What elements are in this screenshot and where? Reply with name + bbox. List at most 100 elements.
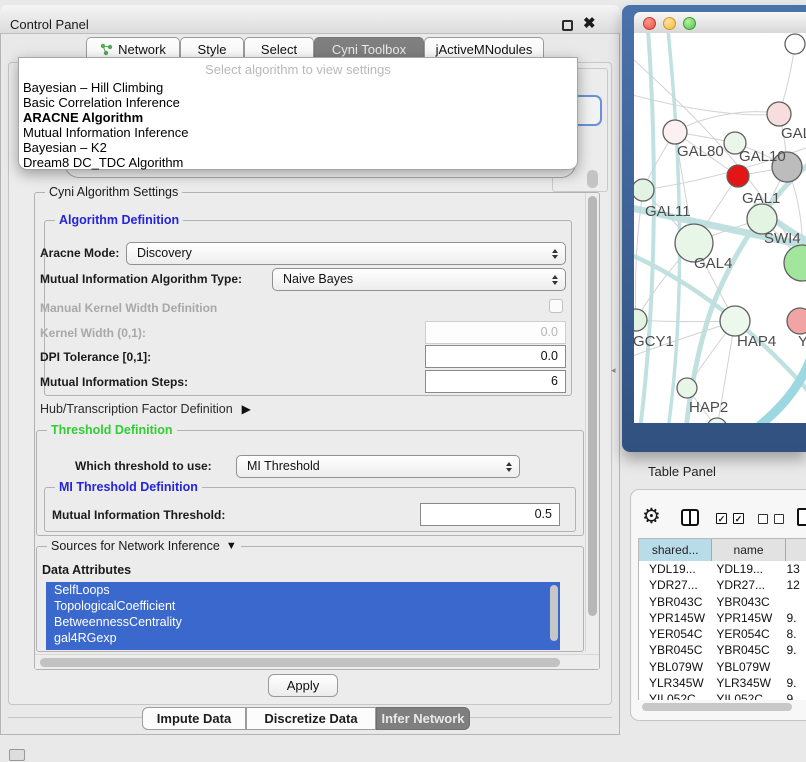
column-header-name[interactable]: name	[712, 539, 785, 562]
tab-label: Cyni Toolbox	[332, 42, 406, 57]
table-row[interactable]: YBL079WYBL079W	[639, 659, 806, 675]
algorithm-option[interactable]: Dream8 DC_TDC Algorithm	[19, 155, 577, 170]
tab-label: Style	[198, 42, 227, 57]
network-node-gal[interactable]	[767, 102, 791, 126]
cell: 9.	[781, 642, 806, 658]
minimized-panel-icon[interactable]	[9, 749, 25, 761]
tab-label: Impute Data	[157, 711, 231, 726]
network-thick-edges	[634, 33, 806, 423]
node-label: HAP2	[689, 399, 728, 416]
network-canvas[interactable]: GAL GAL80 GAL10 GAL1 GAL11 SWI4 GAL4 GCY…	[634, 33, 806, 423]
scrollbar-thumb[interactable]	[40, 658, 560, 667]
network-node-gcy1[interactable]	[634, 309, 647, 331]
float-window-icon[interactable]	[562, 20, 573, 31]
network-node-y[interactable]	[787, 308, 806, 334]
cell: 8.	[781, 626, 806, 642]
panel-collapse-arrow-icon[interactable]: ◂	[611, 365, 616, 376]
list-item[interactable]: BetweennessCentrality	[46, 614, 560, 630]
table-row[interactable]: YER054CYER054C8.	[639, 626, 806, 642]
table-panel-title: Table Panel	[630, 458, 806, 486]
gear-icon[interactable]: ⚙	[642, 504, 661, 530]
table-horizontal-scrollbar[interactable]	[642, 703, 792, 711]
cell: 12	[781, 577, 806, 593]
list-item[interactable]: TopologicalCoefficient	[46, 598, 560, 614]
node-table-rows: YDL19...YDL19...13 YDR27...YDR27...12 YB…	[638, 561, 806, 700]
table-file-icon[interactable]	[797, 508, 806, 526]
tab-label: Discretize Data	[264, 711, 357, 726]
node-label: SWI4	[764, 230, 801, 247]
group-title: Algorithm Definition	[55, 213, 183, 227]
column-header-shared-name[interactable]: shared...	[639, 539, 712, 562]
table-row[interactable]: YPR145WYPR145W9.	[639, 610, 806, 626]
algorithm-option[interactable]: Mutual Information Inference	[19, 125, 577, 140]
control-panel-titlebar: Control Panel ✖	[0, 5, 620, 34]
combo-value: Discovery	[137, 246, 192, 260]
network-node-gal1[interactable]	[727, 165, 749, 187]
table-row[interactable]: YLR345WYLR345W9.	[639, 675, 806, 691]
network-node-hap4[interactable]	[720, 306, 750, 336]
network-node[interactable]	[784, 245, 806, 281]
cell: 13	[781, 561, 806, 577]
algorithm-option[interactable]: Bayesian – K2	[19, 140, 577, 155]
table-row[interactable]: YIL052CYIL052C9	[639, 691, 806, 700]
minimize-traffic-light[interactable]	[663, 17, 676, 30]
unchecked-checkbox-icon[interactable]	[774, 514, 784, 524]
group-title: Cyni Algorithm Settings	[45, 185, 182, 199]
dpi-tolerance-field[interactable]: 0.0	[425, 345, 566, 368]
close-icon[interactable]: ✖	[583, 14, 596, 34]
table-row[interactable]: YDR27...YDR27...12	[639, 577, 806, 593]
table-row[interactable]: YDL19...YDL19...13	[639, 561, 806, 577]
group-title: Threshold Definition	[47, 423, 177, 437]
network-graph[interactable]: GAL GAL80 GAL10 GAL1 GAL11 SWI4 GAL4 GCY…	[634, 33, 806, 423]
network-node-gal80[interactable]	[663, 120, 687, 144]
network-node-hap2[interactable]	[677, 378, 697, 398]
data-attributes-list[interactable]: SelfLoops TopologicalCoefficient Between…	[46, 582, 560, 650]
unchecked-checkbox-icon[interactable]	[758, 514, 768, 524]
node-label: GAL10	[739, 148, 786, 165]
zoom-traffic-light[interactable]	[683, 17, 696, 30]
node-label: GCY1	[634, 333, 674, 350]
close-traffic-light[interactable]	[643, 17, 656, 30]
list-scrollbar-thumb[interactable]	[550, 585, 558, 641]
kernel-width-label: Kernel Width (0,1):	[40, 326, 146, 340]
cell: YBR045C	[639, 642, 710, 658]
algorithm-option[interactable]: Bayesian – Hill Climbing	[19, 80, 577, 95]
checked-checkbox-icon[interactable]: ✓	[733, 513, 744, 524]
list-item[interactable]: SelfLoops	[46, 582, 560, 598]
apply-button[interactable]: Apply	[268, 674, 338, 697]
cell: YPR145W	[710, 610, 781, 626]
scrollbar-thumb[interactable]	[588, 196, 597, 616]
column-header-partial[interactable]	[786, 539, 806, 562]
aracne-mode-combo[interactable]: Discovery	[126, 242, 566, 265]
list-item[interactable]: gal4RGexp	[46, 630, 560, 646]
cell: YBL079W	[639, 659, 710, 675]
mi-threshold-field[interactable]: 0.5	[420, 503, 560, 526]
apply-label: Apply	[287, 678, 320, 693]
tab-impute-data[interactable]: Impute Data	[142, 707, 246, 730]
network-node-gal11[interactable]	[634, 179, 654, 201]
sources-group-title[interactable]: Sources for Network Inference ▼	[47, 539, 241, 553]
hub-definition-expander[interactable]: Hub/Transcription Factor Definition ▶	[40, 402, 251, 416]
cell: YBR043C	[710, 594, 781, 610]
cell	[781, 594, 806, 610]
mi-algorithm-type-combo[interactable]: Naive Bayes	[272, 268, 566, 291]
column-view-icon[interactable]	[681, 509, 699, 526]
network-node[interactable]	[785, 34, 805, 54]
cell: YLR345W	[639, 675, 710, 691]
sources-title-text: Sources for Network Inference	[51, 539, 220, 553]
algorithm-option-selected[interactable]: ARACNE Algorithm	[19, 110, 577, 125]
tab-discretize-data[interactable]: Discretize Data	[246, 707, 376, 730]
settings-vertical-scrollbar[interactable]	[585, 193, 598, 652]
node-label: GAL4	[694, 255, 732, 272]
combo-value: Naive Bayes	[283, 272, 353, 286]
mi-steps-field[interactable]: 6	[425, 370, 566, 393]
table-row[interactable]: YBR045CYBR045C9.	[639, 642, 806, 658]
cell: YDR27...	[639, 577, 710, 593]
tab-infer-network[interactable]: Infer Network	[376, 707, 470, 730]
checked-checkbox-icon[interactable]: ✓	[716, 513, 727, 524]
which-threshold-combo[interactable]: MI Threshold	[236, 455, 520, 478]
combo-value: MI Threshold	[247, 459, 320, 473]
table-row[interactable]: YBR043CYBR043C	[639, 594, 806, 610]
settings-horizontal-scrollbar[interactable]	[35, 654, 599, 669]
algorithm-option[interactable]: Basic Correlation Inference	[19, 95, 577, 110]
